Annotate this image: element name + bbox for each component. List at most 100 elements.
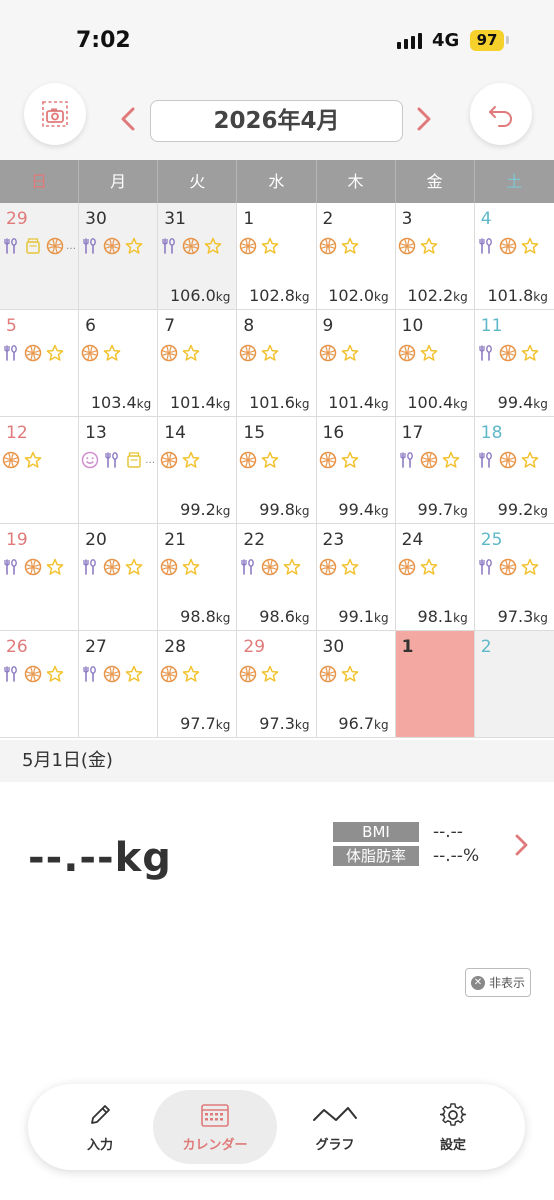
- calendar-day[interactable]: 26: [0, 631, 80, 737]
- day-weight-value: 106.0: [169, 286, 216, 305]
- day-icons: [398, 237, 438, 255]
- calendar-day[interactable]: 5: [0, 310, 80, 416]
- calendar-day[interactable]: 9 101.4kg: [316, 310, 396, 416]
- day-icons: [81, 558, 143, 576]
- calendar-day[interactable]: 30 96.7kg: [316, 631, 396, 737]
- day-weight-unit: kg: [533, 611, 548, 625]
- calendar-day[interactable]: 1 102.8kg: [237, 203, 317, 309]
- weekday-2: 火: [158, 160, 238, 203]
- day-weight-value: 102.8: [249, 286, 295, 305]
- calendar-day[interactable]: 3 102.2kg: [395, 203, 475, 309]
- back-button[interactable]: [470, 83, 532, 145]
- basketball-icon: [499, 558, 516, 576]
- calendar-day[interactable]: 2: [474, 631, 554, 737]
- tab-input[interactable]: 入力: [38, 1090, 162, 1164]
- hide-ad-button[interactable]: ✕ 非表示: [465, 968, 531, 997]
- day-icons: [319, 558, 359, 576]
- calendar-day[interactable]: 17 99.7kg: [395, 417, 475, 523]
- day-number: 15: [243, 423, 266, 443]
- tab-calendar[interactable]: カレンダー: [153, 1090, 277, 1164]
- tab-graph[interactable]: グラフ: [273, 1090, 397, 1164]
- prev-month-button[interactable]: [120, 106, 136, 138]
- day-number: 4: [480, 209, 492, 229]
- month-title[interactable]: 2026年4月: [150, 100, 403, 142]
- basketball-icon: [398, 558, 415, 576]
- calendar-day[interactable]: 1: [395, 631, 475, 737]
- basketball-icon: [319, 665, 336, 683]
- day-weight-value: 99.4: [338, 500, 375, 519]
- day-weight: 99.8kg: [259, 500, 309, 519]
- day-icons: [81, 237, 143, 255]
- day-weight-unit: kg: [453, 504, 468, 518]
- day-weight: 97.3kg: [498, 607, 548, 626]
- day-weight-value: 99.7: [417, 500, 454, 519]
- star-icon: [262, 344, 279, 361]
- calendar-day[interactable]: 8 101.6kg: [237, 310, 317, 416]
- calendar-day[interactable]: 29…: [0, 203, 80, 309]
- calendar-day[interactable]: 22 98.6kg: [237, 524, 317, 630]
- screenshot-button[interactable]: [24, 83, 86, 145]
- day-icons: [319, 344, 359, 362]
- star-icon: [46, 344, 64, 361]
- calendar-day[interactable]: 14 99.2kg: [158, 417, 238, 523]
- detail-button[interactable]: [514, 832, 530, 865]
- calendar-day[interactable]: 21 98.8kg: [158, 524, 238, 630]
- tab-settings[interactable]: 設定: [391, 1090, 515, 1164]
- day-icons: [2, 451, 42, 469]
- day-weight-value: 97.3: [259, 714, 295, 733]
- calendar-day[interactable]: 23 99.1kg: [316, 524, 396, 630]
- day-icons: [81, 665, 143, 683]
- calendar-day[interactable]: 7 101.4kg: [158, 310, 238, 416]
- supplement-icon: [127, 452, 141, 468]
- star-icon: [103, 344, 121, 361]
- star-icon: [182, 558, 200, 575]
- day-number: 27: [85, 637, 107, 657]
- basketball-icon: [161, 451, 178, 469]
- star-icon: [204, 237, 222, 254]
- day-icons: [160, 558, 200, 576]
- calendar-day[interactable]: 15 99.8kg: [237, 417, 317, 523]
- body-fat-value: --.--%: [433, 846, 480, 866]
- day-weight: 99.4kg: [498, 393, 548, 412]
- more-indicator: …: [145, 454, 156, 466]
- day-weight-unit: kg: [374, 397, 389, 411]
- day-icons: [160, 451, 200, 469]
- weight-value[interactable]: --.--kg: [28, 835, 172, 881]
- basketball-icon: [398, 237, 415, 255]
- calendar-day[interactable]: 16 99.4kg: [316, 417, 396, 523]
- calendar-day[interactable]: 2 102.0kg: [316, 203, 396, 309]
- next-month-button[interactable]: [416, 106, 432, 138]
- calendar-day[interactable]: 6 103.4kg: [79, 310, 159, 416]
- day-icons: [319, 665, 359, 683]
- calendar-day[interactable]: 4 101.8kg: [474, 203, 554, 309]
- star-icon: [420, 237, 437, 254]
- calendar-day[interactable]: 11 99.4kg: [474, 310, 554, 416]
- calendar-day[interactable]: 31 106.0kg: [158, 203, 238, 309]
- calendar-day[interactable]: 28 97.7kg: [158, 631, 238, 737]
- signal-icon: [397, 31, 422, 49]
- day-icons: [239, 558, 301, 576]
- day-weight-unit: kg: [533, 504, 548, 518]
- weekday-5: 金: [396, 160, 475, 203]
- basketball-icon: [240, 344, 257, 362]
- day-number: 13: [85, 423, 107, 443]
- day-weight: 106.0kg: [170, 286, 230, 305]
- calendar-day[interactable]: 29 97.3kg: [237, 631, 317, 737]
- calendar-day[interactable]: 25 97.3kg: [474, 524, 554, 630]
- day-number: 21: [164, 530, 186, 550]
- calendar-day[interactable]: 24 98.1kg: [395, 524, 475, 630]
- calendar-day[interactable]: 18 99.2kg: [474, 417, 554, 523]
- day-weight: 99.1kg: [338, 607, 388, 626]
- tab-calendar-label: カレンダー: [182, 1137, 248, 1153]
- calendar-day[interactable]: 19: [0, 524, 80, 630]
- calendar-day[interactable]: 27: [79, 631, 159, 737]
- calendar-day[interactable]: 30: [79, 203, 159, 309]
- basketball-icon: [103, 558, 121, 576]
- calendar-day[interactable]: 10 100.4kg: [395, 310, 475, 416]
- calendar-day[interactable]: 12: [0, 417, 80, 523]
- basketball-icon: [319, 451, 336, 469]
- star-icon: [442, 451, 459, 468]
- calendar-day[interactable]: 13 …: [79, 417, 159, 523]
- day-icons: …: [81, 451, 155, 469]
- calendar-day[interactable]: 20: [79, 524, 159, 630]
